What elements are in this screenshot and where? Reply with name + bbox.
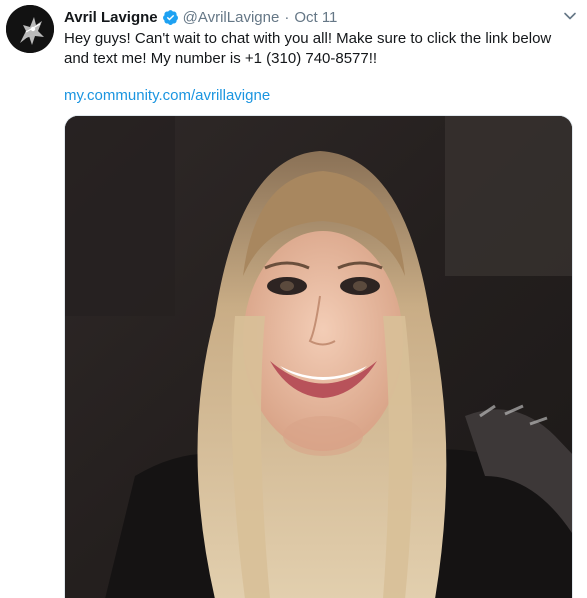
- header-separator: ·: [284, 8, 290, 26]
- tweet: Avril Lavigne @AvrilLavigne · Oct 11 Hey…: [0, 0, 587, 598]
- tweet-media[interactable]: [64, 115, 573, 598]
- tweet-header: Avril Lavigne @AvrilLavigne · Oct 11: [64, 6, 337, 28]
- avatar[interactable]: [6, 5, 54, 53]
- verified-badge-icon: [162, 9, 178, 25]
- avatar-image: [6, 5, 54, 53]
- tweet-link[interactable]: my.community.com/avrillavigne: [64, 86, 270, 106]
- chevron-down-icon[interactable]: [563, 9, 577, 23]
- tweet-text: Hey guys! Can't wait to chat with you al…: [64, 30, 552, 67]
- display-name[interactable]: Avril Lavigne: [64, 9, 158, 26]
- media-photo: [65, 116, 572, 598]
- user-handle[interactable]: @AvrilLavigne: [183, 9, 280, 26]
- tweet-date[interactable]: Oct 11: [294, 9, 337, 26]
